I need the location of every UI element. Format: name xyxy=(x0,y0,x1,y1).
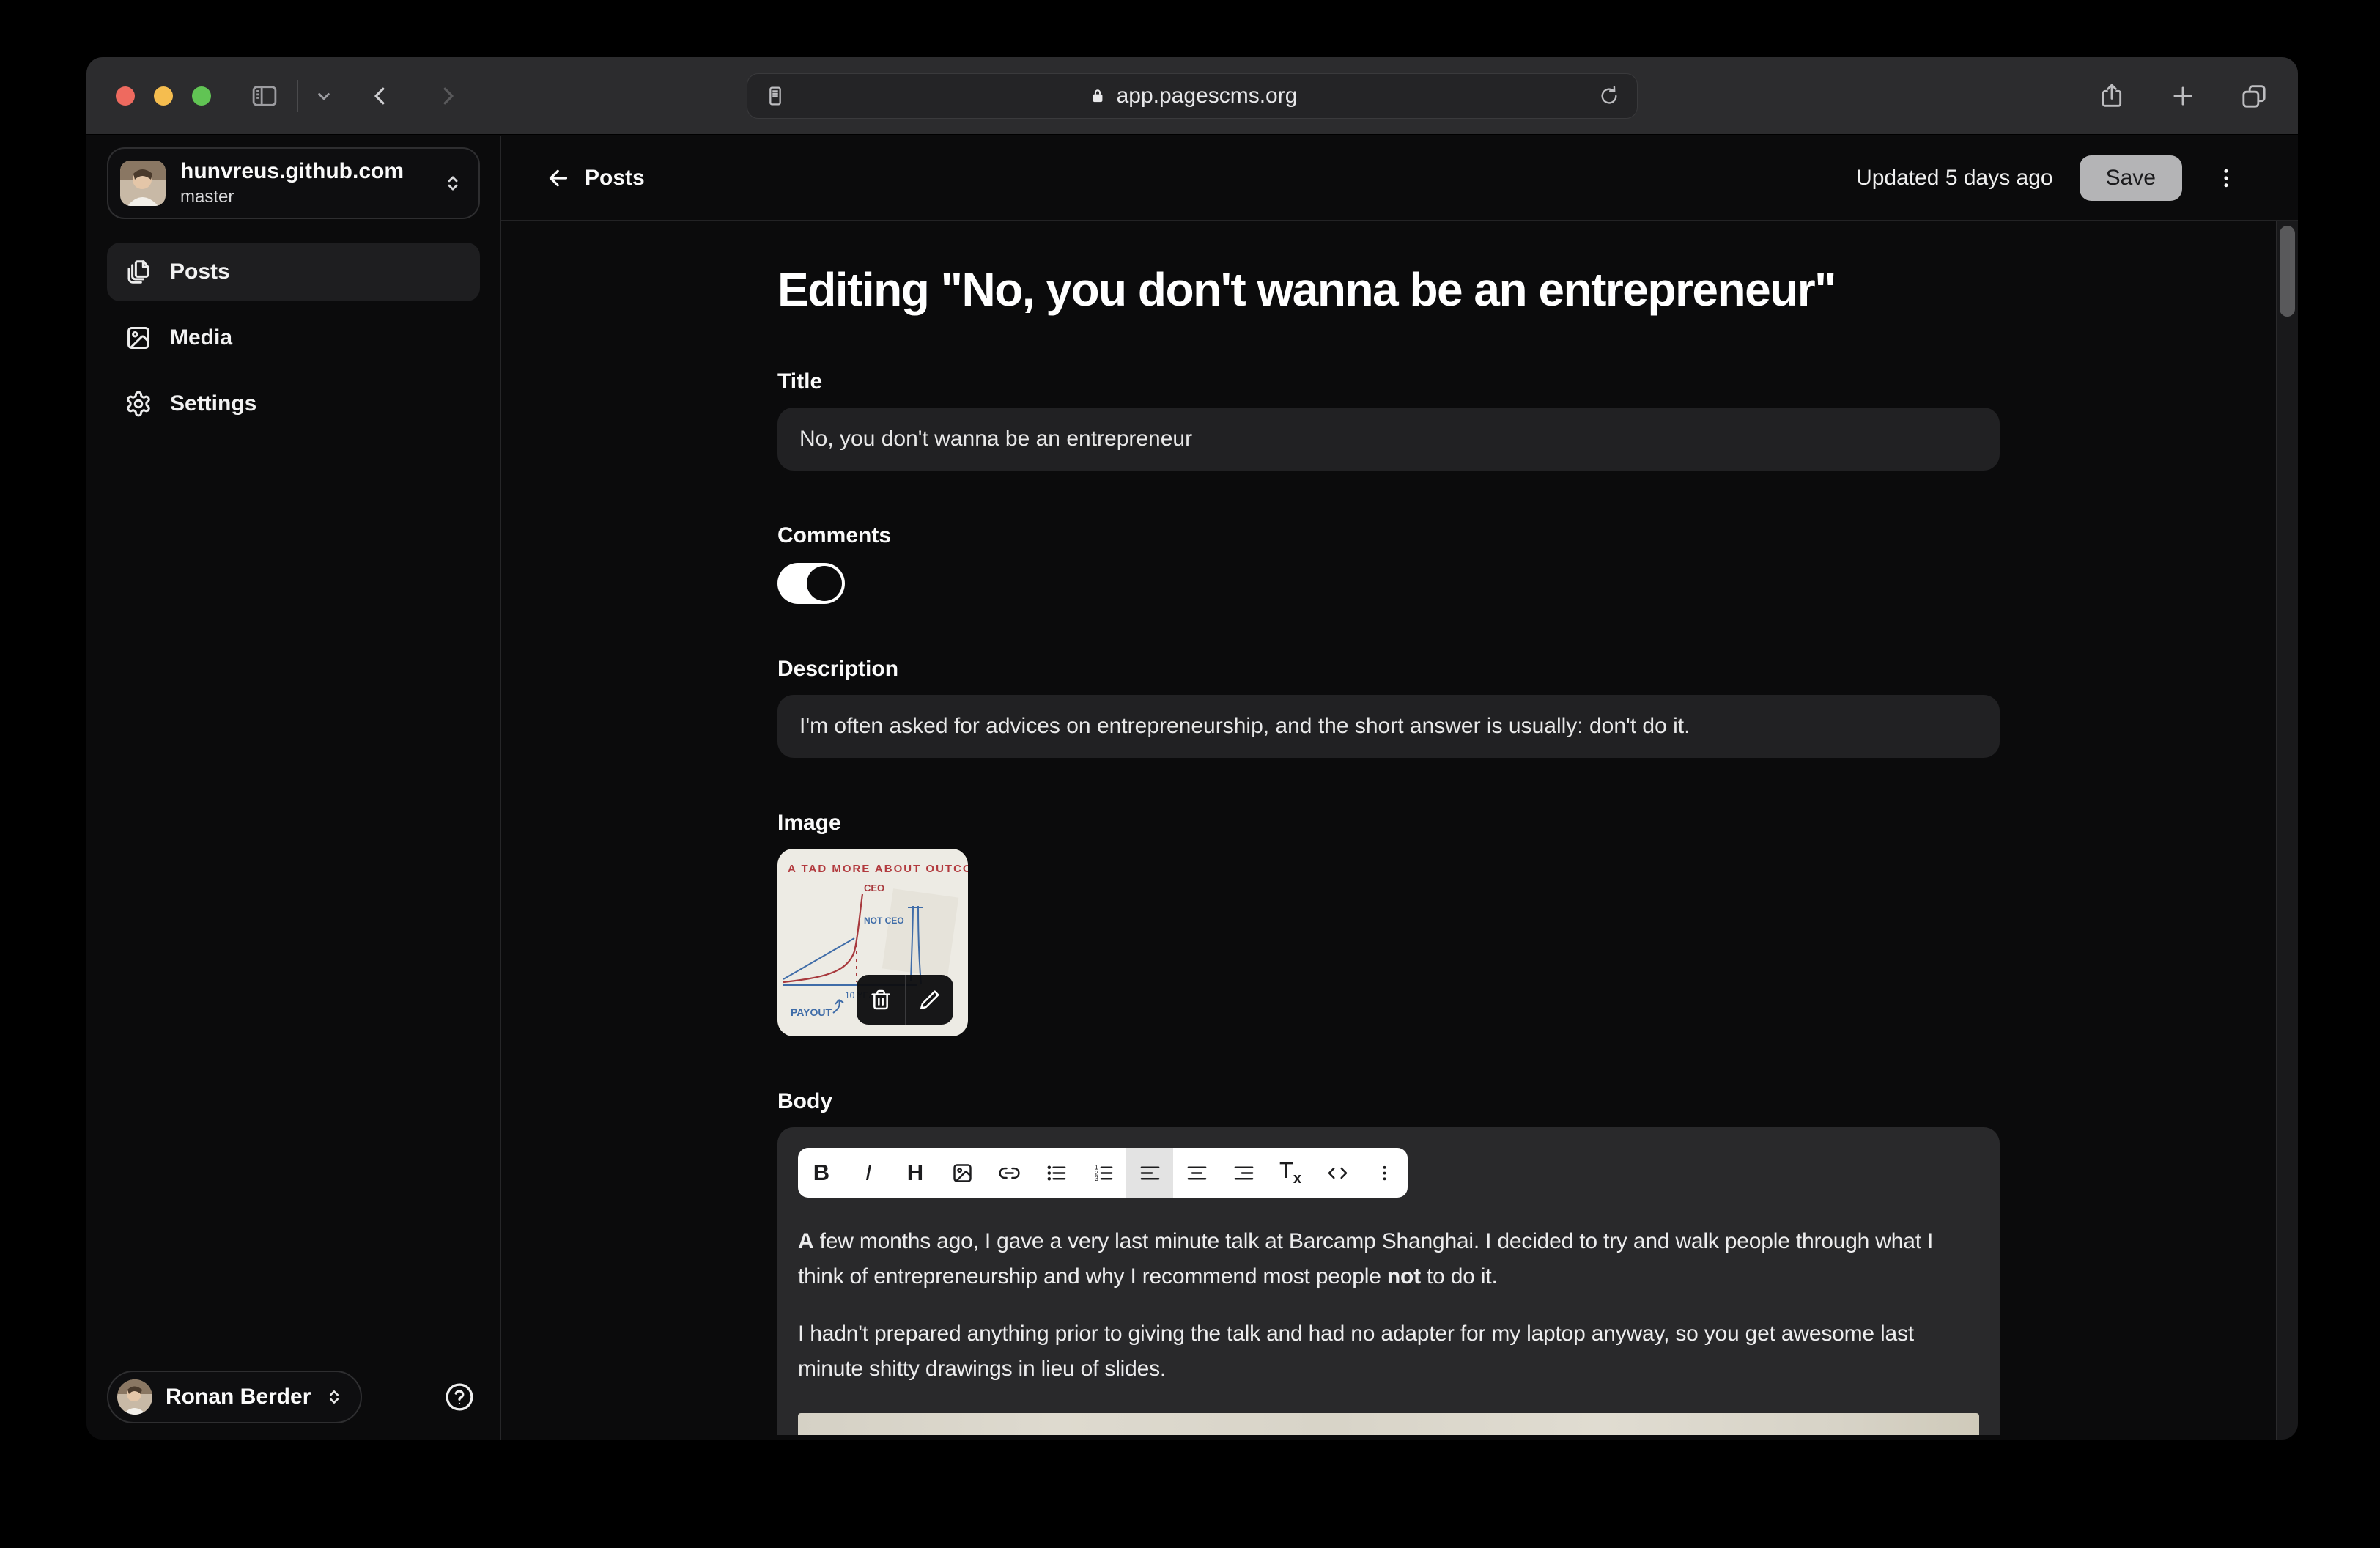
close-window-button[interactable] xyxy=(116,86,135,106)
desktop: app.pagescms.org xyxy=(0,0,2380,1548)
new-tab-icon[interactable] xyxy=(2169,82,2197,110)
title-field-group: Title xyxy=(777,369,2000,471)
page-scrollbar-thumb[interactable] xyxy=(2280,226,2295,317)
description-input[interactable] xyxy=(777,695,2000,758)
comments-label: Comments xyxy=(777,523,2000,548)
ordered-list-icon[interactable]: 123 xyxy=(1079,1148,1126,1198)
sketch-heading: A TAD MORE ABOUT OUTCOMES xyxy=(788,863,968,875)
sidebar-toggle-icon[interactable] xyxy=(249,81,280,111)
user-avatar xyxy=(117,1379,152,1415)
more-options-icon[interactable] xyxy=(2209,165,2244,191)
repo-avatar xyxy=(120,161,166,206)
heading-button[interactable]: H xyxy=(892,1148,939,1198)
help-icon[interactable] xyxy=(443,1381,476,1413)
sidebar-item-media[interactable]: Media xyxy=(107,309,480,367)
edit-image-icon[interactable] xyxy=(905,975,953,1025)
sidebar-item-label: Posts xyxy=(170,259,230,284)
body-embedded-image xyxy=(798,1413,1979,1435)
repo-selector[interactable]: hunvreus.github.com master xyxy=(107,147,480,219)
arrow-left-icon xyxy=(545,165,572,191)
align-left-icon[interactable] xyxy=(1126,1148,1173,1198)
sidebar-item-settings[interactable]: Settings xyxy=(107,375,480,433)
italic-button[interactable]: I xyxy=(845,1148,892,1198)
browser-toolbar: app.pagescms.org xyxy=(86,57,2298,135)
forward-icon[interactable] xyxy=(435,83,461,109)
richtext-toolbar: B I H xyxy=(798,1148,1408,1198)
lock-icon xyxy=(1087,86,1108,106)
pagescms-app: hunvreus.github.com master xyxy=(86,136,2298,1440)
page-title: Editing "No, you don't wanna be an entre… xyxy=(777,262,2000,317)
traffic-lights xyxy=(116,86,211,106)
tab-overview-icon[interactable] xyxy=(2239,81,2269,111)
chevrons-up-down-icon xyxy=(442,172,464,194)
user-name: Ronan Berder xyxy=(166,1385,311,1409)
address-bar[interactable]: app.pagescms.org xyxy=(747,73,1638,119)
sidebar-chevron-icon[interactable] xyxy=(313,85,335,107)
sidebar-item-label: Media xyxy=(170,325,232,350)
body-paragraph: A few months ago, I gave a very last min… xyxy=(798,1224,1979,1294)
chevrons-up-down-icon xyxy=(324,1387,344,1407)
user-menu[interactable]: Ronan Berder xyxy=(107,1371,362,1423)
align-center-icon[interactable] xyxy=(1173,1148,1220,1198)
zoom-window-button[interactable] xyxy=(192,86,211,106)
description-label: Description xyxy=(777,657,2000,682)
page-scrollbar-track[interactable] xyxy=(2276,221,2298,1440)
media-icon xyxy=(125,324,152,352)
sketch-label-ceo: CEO xyxy=(864,882,884,893)
toolbar-more-icon[interactable] xyxy=(1361,1148,1408,1198)
sidebar-nav: Posts Media xyxy=(107,243,480,433)
app-sidebar: hunvreus.github.com master xyxy=(86,136,501,1440)
sketch-label-payout: PAYOUT xyxy=(791,1006,832,1018)
entry-header: Posts Updated 5 days ago Save xyxy=(501,136,2298,221)
repo-branch: master xyxy=(180,187,427,207)
body-content[interactable]: A few months ago, I gave a very last min… xyxy=(798,1224,1979,1387)
body-field-group: Body B I H xyxy=(777,1089,2000,1435)
sidebar-item-posts[interactable]: Posts xyxy=(107,243,480,301)
body-label: Body xyxy=(777,1089,2000,1114)
body-editor[interactable]: B I H xyxy=(777,1127,2000,1435)
description-field-group: Description xyxy=(777,657,2000,758)
title-label: Title xyxy=(777,369,2000,394)
posts-icon xyxy=(125,258,152,286)
bold-button[interactable]: B xyxy=(798,1148,845,1198)
code-icon[interactable] xyxy=(1314,1148,1361,1198)
svg-text:3: 3 xyxy=(1094,1175,1098,1182)
align-right-icon[interactable] xyxy=(1220,1148,1267,1198)
clear-formatting-button[interactable]: Tx xyxy=(1267,1148,1314,1198)
entry-form: Editing "No, you don't wanna be an entre… xyxy=(501,221,2276,1440)
body-paragraph: I hadn't prepared anything prior to givi… xyxy=(798,1316,1979,1387)
updated-status: Updated 5 days ago xyxy=(1856,166,2053,191)
back-label: Posts xyxy=(585,166,645,191)
link-icon[interactable] xyxy=(986,1148,1032,1198)
save-button[interactable]: Save xyxy=(2080,155,2182,201)
back-icon[interactable] xyxy=(367,83,393,109)
url-text: app.pagescms.org xyxy=(1117,84,1298,108)
insert-image-icon[interactable] xyxy=(939,1148,986,1198)
gear-icon xyxy=(125,390,152,418)
delete-image-icon[interactable] xyxy=(857,975,905,1025)
image-label: Image xyxy=(777,811,2000,836)
back-to-posts-button[interactable]: Posts xyxy=(545,165,645,191)
comments-field-group: Comments xyxy=(777,523,2000,604)
comments-toggle[interactable] xyxy=(777,563,845,604)
minimize-window-button[interactable] xyxy=(154,86,173,106)
share-icon[interactable] xyxy=(2097,81,2126,111)
title-input[interactable] xyxy=(777,408,2000,471)
bullet-list-icon[interactable] xyxy=(1032,1148,1079,1198)
repo-name: hunvreus.github.com xyxy=(180,159,427,184)
image-actions xyxy=(857,975,953,1025)
toggle-knob xyxy=(807,566,842,601)
image-field-group: Image A TAD MORE ABOUT OUTCOMES xyxy=(777,811,2000,1036)
browser-window: app.pagescms.org xyxy=(86,57,2298,1440)
sidebar-item-label: Settings xyxy=(170,391,256,416)
sketch-label-not-ceo: NOT CEO xyxy=(864,915,904,926)
main-panel: Posts Updated 5 days ago Save Editing "N… xyxy=(501,136,2298,1440)
